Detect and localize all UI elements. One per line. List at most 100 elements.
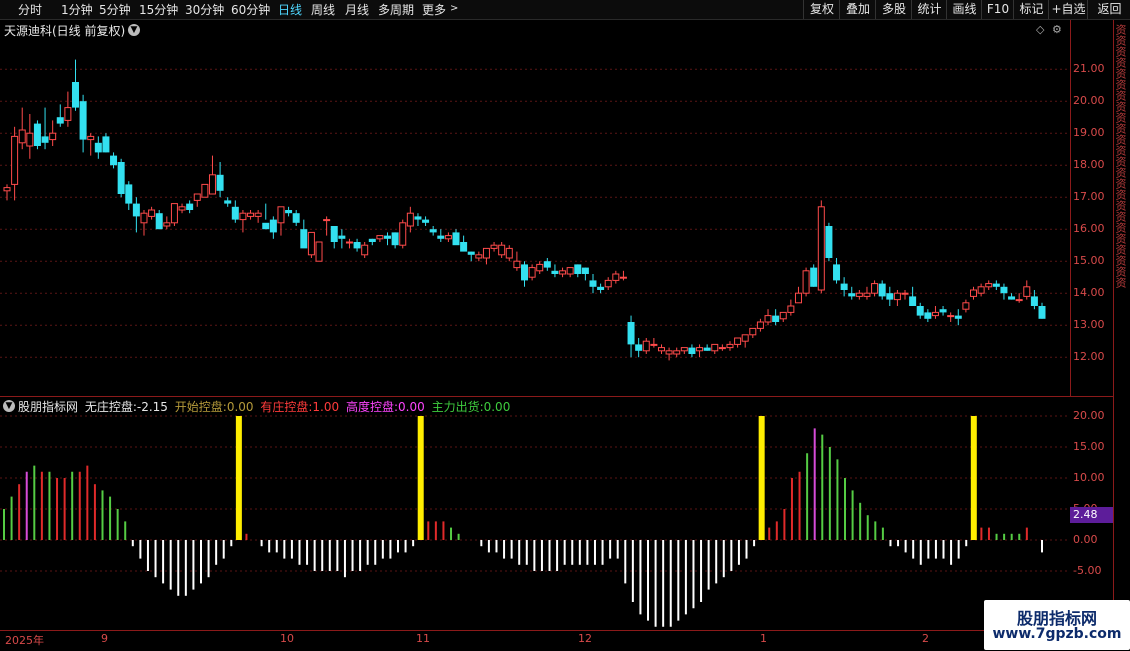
candle-body <box>787 305 795 313</box>
price-tick-label: 21.00 <box>1073 62 1105 76</box>
candle-body <box>657 347 665 352</box>
f10-button[interactable]: F10 <box>981 0 1014 19</box>
candle-body <box>825 226 833 258</box>
stats-button[interactable]: 统计 <box>911 0 947 19</box>
candle-body <box>71 82 79 108</box>
price-tick-label: 18.00 <box>1073 158 1105 172</box>
candle-body <box>1000 286 1008 294</box>
candle-body <box>330 226 338 242</box>
candle-body <box>338 235 346 239</box>
pane-divider[interactable] <box>0 396 1113 397</box>
chevron-right-icon[interactable]: > <box>450 3 458 14</box>
fuquan-button[interactable]: 复权 <box>803 0 840 19</box>
candle-body <box>467 251 475 255</box>
period-toolbar: 分时 1分钟 5分钟 15分钟 30分钟 60分钟 日线 周线 月线 多周期 更… <box>0 0 1130 20</box>
candle-body <box>490 244 498 249</box>
entry-0: 无庄控盘:-2.15 <box>85 400 168 414</box>
tab-5min[interactable]: 5分钟 <box>99 1 131 18</box>
candle-body <box>300 229 308 249</box>
candle-body <box>779 311 787 320</box>
price-tick-label: 13.00 <box>1073 318 1105 332</box>
candle-body <box>703 347 711 351</box>
back-button[interactable]: 返回 <box>1087 0 1130 19</box>
candle-body <box>992 283 1000 287</box>
candle-body <box>79 101 87 140</box>
candle-body <box>650 343 658 346</box>
price-tick-label: 12.00 <box>1073 350 1105 364</box>
candle-body <box>117 162 125 194</box>
entry-value: 0.00 <box>398 400 425 414</box>
candle-body <box>833 264 841 281</box>
tab-30min[interactable]: 30分钟 <box>185 1 224 18</box>
date-label: 12 <box>578 632 592 645</box>
candle-body <box>353 242 361 249</box>
entry-4: 主力出货:0.00 <box>432 400 511 414</box>
candle-body <box>368 238 376 242</box>
price-tick-label: 15.00 <box>1073 254 1105 268</box>
tab-fenshi[interactable]: 分时 <box>18 1 42 18</box>
price-tick-label: 20.00 <box>1073 94 1105 108</box>
price-tick-label: 19.00 <box>1073 126 1105 140</box>
candle-body <box>559 270 567 275</box>
candle-body <box>764 315 772 323</box>
candle-body <box>718 347 726 350</box>
tab-daily[interactable]: 日线 <box>278 1 302 18</box>
watermark-logo: 股朋指标网 www.7gpzb.com <box>984 600 1130 650</box>
entry-value: 1.00 <box>312 400 340 414</box>
candle-body <box>947 315 955 318</box>
draw-line-button[interactable]: 画线 <box>946 0 982 19</box>
entry-3: 高度控盘:0.00 <box>346 400 425 414</box>
candle-body <box>696 347 704 352</box>
date-label: 2 <box>922 632 929 645</box>
candle-body <box>178 206 186 211</box>
candle-body <box>597 286 605 290</box>
candle-body <box>604 279 612 288</box>
date-axis: 2025年 9 10 11 12 1 2 <box>0 630 1130 651</box>
kline-chart[interactable] <box>0 20 1070 630</box>
candle-body <box>239 212 247 221</box>
candle-body <box>985 283 993 288</box>
tab-1min[interactable]: 1分钟 <box>61 1 93 18</box>
candle-body <box>224 200 232 204</box>
indicator-signal-mark <box>419 465 422 467</box>
candle-body <box>574 264 582 274</box>
candle-body <box>277 206 285 224</box>
candle-body <box>909 296 917 306</box>
add-watchlist-button[interactable]: +自选 <box>1048 0 1088 19</box>
candle-body <box>475 254 483 259</box>
candle-body <box>376 235 384 240</box>
candle-body <box>954 315 962 319</box>
multi-stock-button[interactable]: 多股 <box>875 0 912 19</box>
candle-body <box>673 350 681 355</box>
right-info-strip[interactable]: 资资资资资资资资资资资资资资资资资资资资资资资资 <box>1113 20 1130 630</box>
candle-body <box>49 132 57 141</box>
candle-body <box>315 241 323 262</box>
indicator-menu-icon[interactable]: ▼ <box>3 400 15 412</box>
candle-body <box>41 136 49 143</box>
indicator-tick-label: 15.00 <box>1073 440 1105 453</box>
tab-15min[interactable]: 15分钟 <box>139 1 178 18</box>
candle-body <box>193 193 201 201</box>
overlay-button[interactable]: 叠加 <box>839 0 876 19</box>
indicator-signal-bar <box>758 416 765 540</box>
candle-body <box>216 174 224 191</box>
candle-body <box>429 229 437 233</box>
mark-button[interactable]: 标记 <box>1013 0 1049 19</box>
indicator-name: 股朋指标网 <box>18 400 79 414</box>
indicator-tick-label: -5.00 <box>1073 564 1102 577</box>
tab-more[interactable]: 更多 <box>422 1 446 18</box>
candle-body <box>901 292 909 295</box>
candle-body <box>307 231 315 256</box>
candle-body <box>528 267 536 278</box>
candle-body <box>970 289 978 297</box>
entry-label: 主力出货: <box>431 400 484 414</box>
tab-weekly[interactable]: 周线 <box>311 1 335 18</box>
tab-60min[interactable]: 60分钟 <box>231 1 270 18</box>
candle-body <box>665 350 673 355</box>
tab-monthly[interactable]: 月线 <box>345 1 369 18</box>
candle-body <box>589 280 597 287</box>
tab-multi-period[interactable]: 多周期 <box>378 1 414 18</box>
candle-body <box>802 270 810 294</box>
current-value-badge: 2.48 <box>1070 507 1113 523</box>
candle-body <box>292 213 300 223</box>
